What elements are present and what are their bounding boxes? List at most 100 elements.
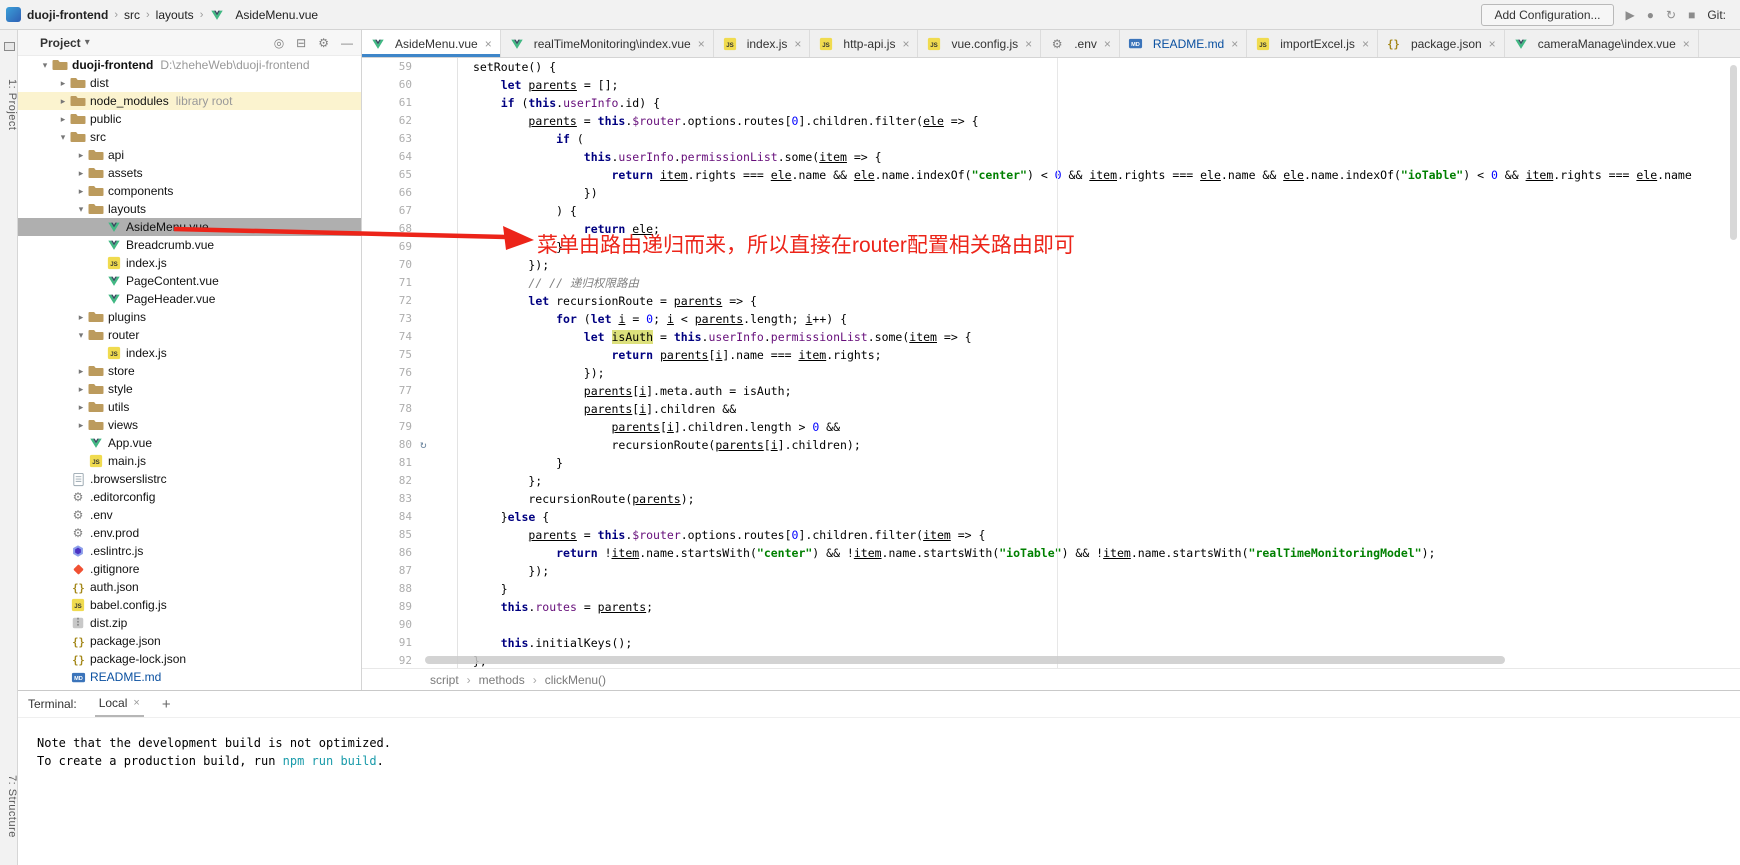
line-number[interactable]: 90 bbox=[362, 616, 412, 634]
line-number[interactable]: 89 bbox=[362, 598, 412, 616]
chevron-right-icon[interactable]: ▸ bbox=[74, 182, 88, 200]
line-number[interactable]: 65 bbox=[362, 166, 412, 184]
chevron-right-icon[interactable]: ▸ bbox=[74, 416, 88, 434]
close-icon[interactable]: × bbox=[794, 37, 801, 51]
breadcrumb-project[interactable]: duoji-frontend bbox=[27, 8, 108, 22]
editor-tab[interactable]: {}package.json× bbox=[1378, 30, 1505, 57]
tree-item[interactable]: JSindex.js bbox=[18, 254, 361, 272]
hide-panel-icon[interactable]: — bbox=[341, 36, 353, 50]
tree-item[interactable]: ⚙.env.prod bbox=[18, 524, 361, 542]
tree-item[interactable]: dist.zip bbox=[18, 614, 361, 632]
project-panel-title[interactable]: Project bbox=[40, 36, 81, 50]
tree-item[interactable]: App.vue bbox=[18, 434, 361, 452]
tree-item[interactable]: JSmain.js bbox=[18, 452, 361, 470]
vertical-scrollbar[interactable] bbox=[1730, 65, 1737, 240]
close-icon[interactable]: × bbox=[698, 37, 705, 51]
line-number[interactable]: 67 bbox=[362, 202, 412, 220]
new-terminal-button[interactable]: + bbox=[162, 696, 171, 713]
line-number[interactable]: 77 bbox=[362, 382, 412, 400]
chevron-down-icon[interactable]: ▾ bbox=[56, 128, 70, 146]
tree-item[interactable]: {}package-lock.json bbox=[18, 650, 361, 668]
tree-item[interactable]: ⚙.editorconfig bbox=[18, 488, 361, 506]
close-icon[interactable]: × bbox=[1231, 37, 1238, 51]
tree-item[interactable]: ▸assets bbox=[18, 164, 361, 182]
close-icon[interactable]: × bbox=[902, 37, 909, 51]
tree-item[interactable]: PageHeader.vue bbox=[18, 290, 361, 308]
line-number[interactable]: 92 bbox=[362, 652, 412, 668]
tree-item[interactable]: ▸plugins bbox=[18, 308, 361, 326]
code-editor[interactable]: 59setRoute() {60 let parents = [];61 if … bbox=[362, 58, 1740, 668]
chevron-down-icon[interactable]: ▾ bbox=[38, 56, 52, 74]
chevron-down-icon[interactable]: ▾ bbox=[74, 200, 88, 218]
editor-tab[interactable]: realTimeMonitoring\index.vue× bbox=[501, 30, 714, 57]
editor-tab[interactable]: ⚙.env× bbox=[1041, 30, 1120, 57]
editor-tab[interactable]: JSimportExcel.js× bbox=[1247, 30, 1378, 57]
tree-item[interactable]: {}auth.json bbox=[18, 578, 361, 596]
line-number[interactable]: 62 bbox=[362, 112, 412, 130]
close-icon[interactable]: × bbox=[1362, 37, 1369, 51]
horizontal-scrollbar[interactable] bbox=[425, 656, 1505, 664]
line-number[interactable]: 78 bbox=[362, 400, 412, 418]
editor-tab[interactable]: JSindex.js× bbox=[714, 30, 811, 57]
tree-item[interactable]: ▾layouts bbox=[18, 200, 361, 218]
editor-breadcrumb-item[interactable]: script bbox=[430, 673, 459, 687]
close-icon[interactable]: × bbox=[485, 37, 492, 51]
tree-item[interactable]: Breadcrumb.vue bbox=[18, 236, 361, 254]
line-number[interactable]: 73 bbox=[362, 310, 412, 328]
tree-item[interactable]: ⚙.env bbox=[18, 506, 361, 524]
editor-tab[interactable]: JSvue.config.js× bbox=[918, 30, 1041, 57]
tree-item[interactable]: .gitignore bbox=[18, 560, 361, 578]
tree-item[interactable]: ▸store bbox=[18, 362, 361, 380]
chevron-down-icon[interactable]: ▾ bbox=[85, 37, 90, 48]
line-number[interactable]: 69 bbox=[362, 238, 412, 256]
tree-item[interactable]: ▸style bbox=[18, 380, 361, 398]
editor-tab[interactable]: MDREADME.md× bbox=[1120, 30, 1247, 57]
tree-item[interactable]: PageContent.vue bbox=[18, 272, 361, 290]
chevron-right-icon[interactable]: ▸ bbox=[74, 398, 88, 416]
editor-tab[interactable]: AsideMenu.vue× bbox=[362, 30, 501, 57]
structure-tool-button[interactable]: 7: Structure bbox=[0, 756, 18, 856]
run-icon[interactable]: ▶ bbox=[1626, 9, 1635, 21]
tree-item[interactable]: JSindex.js bbox=[18, 344, 361, 362]
close-icon[interactable]: × bbox=[133, 697, 139, 709]
line-number[interactable]: 76 bbox=[362, 364, 412, 382]
line-number[interactable]: 74 bbox=[362, 328, 412, 346]
tree-item[interactable]: .browserslistrc bbox=[18, 470, 361, 488]
git-branch-label[interactable]: Git: bbox=[1707, 8, 1726, 22]
line-number[interactable]: 70 bbox=[362, 256, 412, 274]
tree-item[interactable]: ▾duoji-frontendD:\zheheWeb\duoji-fronten… bbox=[18, 56, 361, 74]
line-number[interactable]: 64 bbox=[362, 148, 412, 166]
breadcrumb-src[interactable]: src bbox=[124, 8, 140, 22]
line-number[interactable]: 71 bbox=[362, 274, 412, 292]
line-number[interactable]: 60 bbox=[362, 76, 412, 94]
tree-item[interactable]: ▸dist bbox=[18, 74, 361, 92]
project-tree[interactable]: ▾duoji-frontendD:\zheheWeb\duoji-fronten… bbox=[18, 56, 361, 690]
line-number[interactable]: 82 bbox=[362, 472, 412, 490]
line-number[interactable]: 91 bbox=[362, 634, 412, 652]
chevron-right-icon[interactable]: ▸ bbox=[74, 362, 88, 380]
editor-tab[interactable]: JShttp-api.js× bbox=[810, 30, 918, 57]
breadcrumb-file[interactable]: AsideMenu.vue bbox=[235, 8, 318, 22]
tree-item[interactable]: ▸components bbox=[18, 182, 361, 200]
stop-icon[interactable]: ■ bbox=[1688, 9, 1695, 21]
chevron-right-icon[interactable]: ▸ bbox=[74, 146, 88, 164]
chevron-right-icon[interactable]: ▸ bbox=[56, 92, 70, 110]
locate-icon[interactable]: ◎ bbox=[274, 36, 284, 50]
line-number[interactable]: 66 bbox=[362, 184, 412, 202]
terminal-tab-local[interactable]: Local × bbox=[95, 691, 144, 717]
line-number[interactable]: 59 bbox=[362, 58, 412, 76]
line-number[interactable]: 84 bbox=[362, 508, 412, 526]
project-tool-button[interactable]: 1: Project bbox=[0, 60, 18, 150]
tree-item[interactable]: ▸utils bbox=[18, 398, 361, 416]
line-number[interactable]: 61 bbox=[362, 94, 412, 112]
line-number[interactable]: 75 bbox=[362, 346, 412, 364]
line-number[interactable]: 87 bbox=[362, 562, 412, 580]
tree-item[interactable]: .eslintrc.js bbox=[18, 542, 361, 560]
line-number[interactable]: 88 bbox=[362, 580, 412, 598]
editor-breadcrumb-item[interactable]: methods bbox=[479, 673, 525, 687]
line-number[interactable]: 80 bbox=[362, 436, 412, 454]
tree-item[interactable]: ▸api bbox=[18, 146, 361, 164]
line-number[interactable]: 72 bbox=[362, 292, 412, 310]
tree-item[interactable]: ▸node_moduleslibrary root bbox=[18, 92, 361, 110]
rerun-icon[interactable]: ↻ bbox=[1666, 9, 1676, 21]
